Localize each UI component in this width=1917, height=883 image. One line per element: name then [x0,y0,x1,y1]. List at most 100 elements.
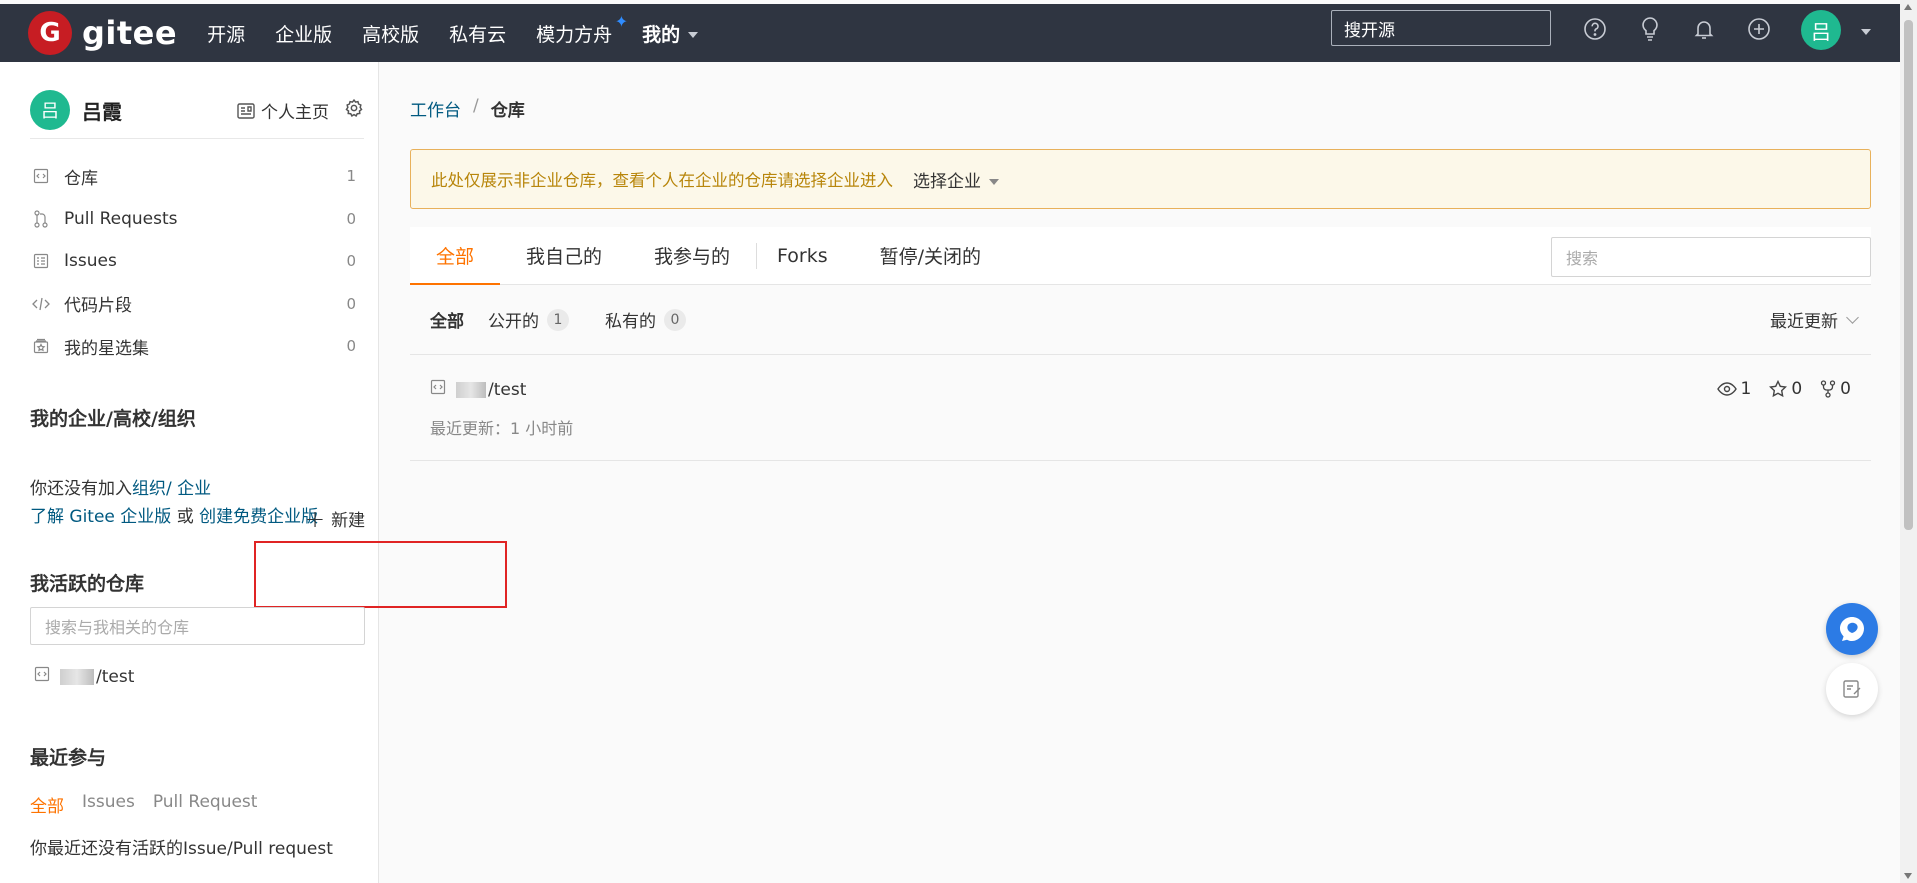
breadcrumb-workbench[interactable]: 工作台 [410,96,461,121]
edit-note-icon [1843,680,1861,698]
plus-icon: + [305,504,326,533]
sidebar-item-count: 0 [346,337,356,356]
plus-circle-icon[interactable] [1746,16,1772,42]
scroll-up-icon[interactable] [1904,4,1912,10]
nav-item-mine[interactable]: 我的 [642,20,699,47]
repo-icon [34,666,50,687]
sparkle-icon: ✦ [614,11,629,31]
repo-icon [30,165,52,187]
tab-all[interactable]: 全部 [410,227,501,285]
recent-tab-pull-request[interactable]: Pull Request [153,792,258,817]
repo-link[interactable]: /test [430,379,526,400]
help-icon[interactable] [1582,16,1608,42]
tab-forks[interactable]: Forks [757,227,854,284]
new-repo-label: 新建 [331,511,366,531]
repo-updated-time: 最近更新：1 小时前 [430,419,574,438]
main-nav: 开源 企业版 高校版 私有云 模力方舟 ✦ 我的 [207,12,728,47]
gitee-logo[interactable]: G gitee [28,11,177,55]
recent-tab-issues[interactable]: Issues [82,792,135,817]
blurred-owner [456,381,486,398]
fork-icon [1821,380,1836,398]
sort-label: 最近更新 [1770,312,1838,332]
active-repo-item[interactable]: /test [34,666,134,687]
org-empty-text: 你还没有加入组织/ 企业 [30,474,211,499]
breadcrumb-current: 仓库 [490,101,525,121]
sidebar-menu: 仓库 1 Pull Requests 0 Issues 0 代码片段 0 我的星… [30,155,364,368]
org-link[interactable]: 组织 [132,479,166,499]
enterprise-notice: 此处仅展示非企业仓库，查看个人在企业的仓库请选择企业进入 选择企业 [410,149,1871,209]
sidebar-item-code-snippets[interactable]: 代码片段 0 [30,283,364,326]
filter-all[interactable]: 全部 [430,307,464,332]
assistant-float-button[interactable] [1826,603,1878,655]
profile-name: 吕霞 [82,99,122,124]
nav-item-mine-label: 我的 [642,23,681,46]
repo-tabs: 全部 我自己的 我参与的 Forks 暂停/关闭的 搜索 [410,227,1871,285]
gear-icon[interactable] [344,98,364,123]
filter-bar: 全部 公开的 1 私有的 0 最近更新 [410,285,1871,355]
nav-item-moli-label: 模力方舟 [536,23,613,46]
sidebar-item-label: 仓库 [64,168,98,189]
star-count: 0 [1791,379,1803,399]
filter-public[interactable]: 公开的 1 [488,307,569,332]
chevron-down-icon [1846,310,1859,324]
breadcrumb: 工作台 / 仓库 [410,96,525,121]
create-enterprise-link[interactable]: 创建免费企业版 [199,507,318,527]
star-stat[interactable]: 0 [1769,379,1802,399]
user-avatar-menu[interactable]: 吕 [1801,10,1841,50]
sidebar-repo-search-input[interactable]: 搜索与我相关的仓库 [30,607,365,645]
filter-public-label: 公开的 [488,312,539,332]
scroll-down-icon[interactable] [1904,873,1912,879]
learn-enterprise-link[interactable]: 了解 Gitee 企业版 [30,507,171,527]
tab-paused-closed[interactable]: 暂停/关闭的 [854,227,1007,284]
nav-item-private-cloud[interactable]: 私有云 [449,20,506,47]
recent-heading: 最近参与 [30,747,107,769]
sidebar-item-issues[interactable]: Issues 0 [30,240,364,283]
nav-item-enterprise[interactable]: 企业版 [275,20,332,47]
sidebar-item-star-collection[interactable]: 我的星选集 0 [30,325,364,368]
top-search-input[interactable]: 搜开源 [1331,10,1551,46]
lightbulb-icon[interactable] [1637,16,1663,42]
fork-stat[interactable]: 0 [1820,379,1851,399]
pull-request-icon [30,208,52,230]
nav-item-education[interactable]: 高校版 [362,20,419,47]
select-enterprise-label: 选择企业 [913,171,981,192]
watch-stat[interactable]: 1 [1716,379,1751,399]
bell-icon[interactable] [1691,16,1717,42]
top-navbar: G gitee 开源 企业版 高校版 私有云 模力方舟 ✦ 我的 [0,4,1900,62]
page-scrollbar[interactable] [1900,0,1917,883]
repo-search-input[interactable]: 搜索 [1551,237,1871,277]
feedback-float-button[interactable] [1826,663,1878,715]
sidebar-item-repos[interactable]: 仓库 1 [30,155,364,198]
sidebar-item-pull-requests[interactable]: Pull Requests 0 [30,198,364,241]
enterprise-link[interactable]: 企业 [172,479,211,499]
profile[interactable]: 吕 吕霞 [30,90,122,130]
sidebar-item-label: 我的星选集 [64,338,149,359]
count-badge: 0 [664,308,686,331]
assistant-icon [1840,617,1864,641]
repo-list-item: /test 最近更新：1 小时前 1 0 0 [410,355,1871,461]
issues-icon [30,250,52,272]
tab-participated[interactable]: 我参与的 [628,227,756,284]
highlight-box [254,541,507,608]
or-text: 或 [171,507,200,527]
notice-message: 此处仅展示非企业仓库，查看个人在企业的仓库请选择企业进入 [431,171,893,190]
nav-item-open-source[interactable]: 开源 [207,20,245,47]
sort-dropdown[interactable]: 最近更新 [1770,307,1859,332]
tab-mine[interactable]: 我自己的 [500,227,628,284]
caret-down-icon [989,178,999,185]
personal-homepage-link[interactable]: 个人主页 [237,98,329,123]
select-enterprise-dropdown[interactable]: 选择企业 [913,167,999,192]
gitee-logo-icon: G [28,11,72,55]
divider [30,138,364,139]
user-menu-caret-icon[interactable] [1861,29,1871,35]
enterprise-links: 了解 Gitee 企业版 或 创建免费企业版 [30,502,318,527]
gitee-logo-text: gitee [82,14,178,52]
eye-icon [1716,382,1737,396]
nav-item-moli[interactable]: 模力方舟 ✦ [536,12,628,47]
filter-private[interactable]: 私有的 0 [605,307,686,332]
new-repo-button[interactable]: + 新建 [305,504,366,533]
org-heading: 我的企业/高校/组织 [30,408,196,430]
recent-tab-all[interactable]: 全部 [30,792,64,817]
sidebar-item-label: 代码片段 [64,296,132,317]
scroll-thumb[interactable] [1904,20,1913,530]
